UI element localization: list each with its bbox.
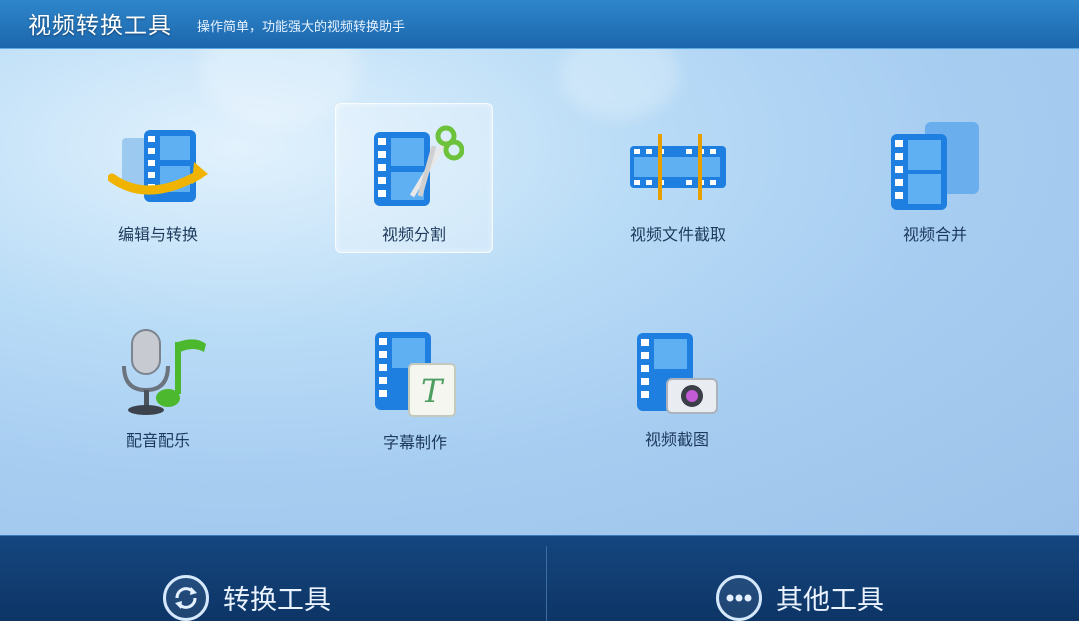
tool-label: 字幕制作 [382,433,447,452]
film-scissors-icon [374,125,464,206]
app-title: 视频转换工具 [28,13,172,39]
app-subtitle: 操作简单，功能强大的视频转换助手 [197,20,406,35]
tool-label: 视频截图 [644,430,709,449]
tool-dubbing-music[interactable]: 配音配乐 [80,310,236,458]
tool-file-crop[interactable]: 视频文件截取 [600,104,756,252]
tool-screenshot[interactable]: 视频截图 [599,309,755,457]
film-merge-icon [891,122,979,210]
tool-label: 视频分割 [381,225,446,244]
bottom-nav: 转换工具 其他工具 [0,535,1079,621]
tool-subtitle[interactable]: T 字幕制作 [337,312,493,460]
more-dots-icon [716,574,762,621]
title-bar: 视频转换工具 操作简单，功能强大的视频转换助手 [0,0,1079,49]
svg-text:T: T [421,372,445,410]
tool-label: 视频文件截取 [629,225,726,244]
film-convert-arrow-icon [108,130,208,202]
tool-video-merge[interactable]: 视频合并 [857,104,1013,252]
tool-label: 视频合并 [902,225,967,244]
refresh-icon [163,574,209,621]
film-camera-icon [637,333,718,414]
other-tools-label: 其他工具 [776,585,884,616]
tool-video-split[interactable]: 视频分割 [335,103,493,253]
convert-tools-label: 转换工具 [223,585,331,616]
other-tools-button[interactable]: 其他工具 [716,574,884,621]
tool-grid-panel: 编辑与转换 视频分割 视频文件截取 视频合并 配音配乐 T 字幕制作 视频截图 [0,49,1079,535]
tool-label: 配音配乐 [125,431,190,450]
tool-label: 编辑与转换 [117,225,198,244]
tool-edit-convert[interactable]: 编辑与转换 [80,104,236,252]
microphone-music-note-icon [122,329,206,415]
film-strip-crop-icon [630,134,726,200]
film-subtitle-icon: T [375,332,456,417]
nav-divider [546,546,547,621]
convert-tools-button[interactable]: 转换工具 [163,574,331,621]
